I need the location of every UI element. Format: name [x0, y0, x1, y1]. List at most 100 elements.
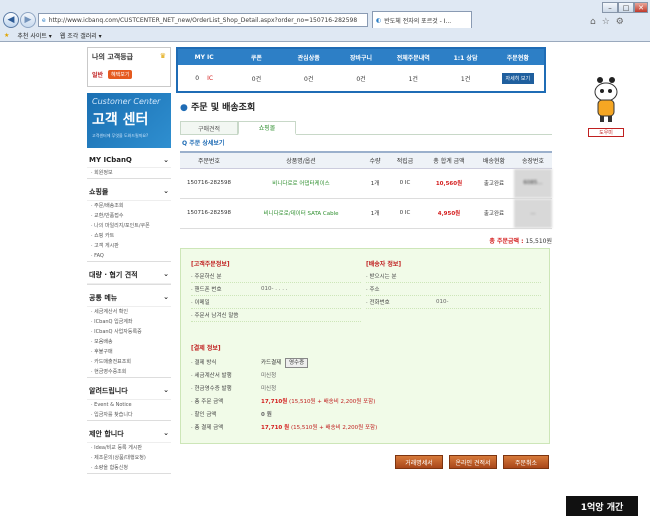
stats-header-cell: 관심상품 [297, 54, 320, 62]
mascot-widget[interactable]: 도우미 [588, 74, 624, 137]
shipping-info: [배송자 정보] · 받으시는 분 · 주소 · 전화번호 010- [366, 259, 541, 309]
order-product-cell[interactable]: 비니다로로/데이터 SATA Cable [238, 198, 364, 229]
sidebar-section-title[interactable]: 대량 · 협기 견적 ⌄ [87, 267, 171, 284]
order-status-cell: 출고완료 [474, 198, 514, 229]
gear-icon[interactable]: ⚙ [616, 17, 624, 27]
favorites-bar: ★ 추천 사이트 ▾ 웹 조각 갤러리 ▾ [0, 29, 650, 42]
minimize-icon[interactable]: – [602, 2, 618, 13]
sidebar-section-title[interactable]: 제안 합니다 ⌄ [87, 426, 171, 443]
discount-value: 0 원 [261, 411, 272, 418]
info-label: · 핸드폰 번호 [191, 287, 222, 293]
payment-title: [결제 정보] [191, 345, 221, 352]
fav-recommended[interactable]: 추천 사이트 ▾ [17, 31, 51, 40]
cancel-order-button[interactable]: 주문취소 [503, 455, 549, 469]
sidebar-item[interactable]: · 제조문의(상품/대행요청) [87, 453, 171, 463]
sidebar-sections: MY ICbanQ ⌄ · 회원정보 쇼핑몰 ⌄ · 주문/배송조회 · 교환/반품접수 · … [87, 153, 171, 474]
url-text: http://www.icbanq.com/CUSTCENTER_NET_new… [48, 16, 358, 24]
fav-gallery[interactable]: 웹 조각 갤러리 ▾ [60, 31, 102, 40]
stats-value[interactable]: 0 IC [178, 75, 230, 82]
cc-english: Customer Center [92, 97, 161, 106]
orders-table: 주문번호 상품명/옵션 수량 적립금 총 합계 금액 배송현황 송장번호 150716-28… [180, 151, 552, 229]
chevron-down-icon: ⌄ [163, 429, 169, 437]
maximize-icon[interactable]: □ [618, 2, 634, 13]
shipping-title: [배송자 정보] [366, 261, 402, 268]
sidebar-section: 제안 합니다 ⌄ · Idea/비교 등록 게시판 · 제조문의(상품/대행요청) · … [87, 426, 171, 474]
info-label: · 주소 [366, 287, 380, 293]
sidebar-item[interactable]: · 입금자를 찾습니다 [87, 410, 171, 420]
sidebar-item[interactable]: · 쇼핑 카트 [87, 231, 171, 241]
order-qty-cell: 1개 [364, 198, 386, 229]
sidebar-section-label: 쇼핑몰 [89, 188, 109, 196]
stats-value[interactable]: 1건 [387, 74, 439, 83]
favorites-icon[interactable]: ☆ [602, 17, 610, 27]
home-icon[interactable]: ⌂ [590, 17, 596, 27]
receipt-button[interactable]: 영수증 [285, 357, 309, 368]
info-row: · 주문서 남겨신 말씀 [191, 309, 361, 322]
order-amount-cell: 10,560원 [424, 168, 474, 199]
sidebar-section: 대량 · 협기 견적 ⌄ [87, 267, 171, 285]
stats-value-text: 0건 [356, 75, 366, 83]
mascot-label: 도우미 [588, 128, 624, 137]
sidebar-item[interactable]: · 주문/배송조회 [87, 201, 171, 211]
left-sidebar: 나의 고객등급 ♛ 일반 혜택보기 Customer Center 고객 센터 … [87, 47, 171, 474]
sidebar-item[interactable]: · ICbanQ 사업자등록증 [87, 327, 171, 337]
sidebar-item[interactable]: · 고객 게시판 [87, 241, 171, 251]
stats-header: MY IC 쿠폰 관심상품 장바구니 전체주문내역 1:1 상담 주문현황 [178, 49, 544, 65]
sidebar-item[interactable]: · 회원정보 [87, 168, 171, 178]
tab-title: 반도체 전자의 포르것 - I... [384, 17, 452, 25]
sidebar-item[interactable]: · 소량을 합동신청 [87, 463, 171, 473]
info-label: · 주문서 남겨신 말씀 [191, 313, 239, 319]
sidebar-item[interactable]: · 카드매출전표조회 [87, 357, 171, 367]
order-status-cell: 출고완료 [474, 168, 514, 199]
sidebar-item[interactable]: · 모음배송 [87, 337, 171, 347]
order-amount-label: · 총 주문 금액 [191, 398, 224, 405]
grade-benefit-button[interactable]: 혜택보기 [108, 70, 133, 79]
tab-shop[interactable]: 쇼핑몰 [238, 121, 296, 135]
order-tracking-cell: 6085... [514, 168, 552, 199]
cc-subtitle: 고객센터에 무엇을 도와드릴까요? [92, 133, 149, 138]
order-product-cell[interactable]: 비니다로로 어댑터케이스 [238, 168, 364, 199]
sidebar-section-title[interactable]: 쇼핑몰 ⌄ [87, 184, 171, 201]
star-icon: ★ [4, 32, 10, 39]
info-row: · 이메일 [191, 296, 361, 309]
forward-icon[interactable]: ▶ [20, 12, 36, 28]
sidebar-item[interactable]: · 세금계산서 확인 [87, 307, 171, 317]
address-bar[interactable]: e http://www.icbanq.com/CUSTCENTER_NET_n… [38, 13, 368, 27]
orders-column-header: 적립금 [386, 151, 424, 169]
tab-purchase-quote[interactable]: 구매견적 [180, 121, 238, 135]
sidebar-item[interactable]: · FAQ [87, 251, 171, 261]
view-detail-button[interactable]: 자세히 보기 [501, 72, 535, 84]
order-amount-cell: 4,950원 [424, 198, 474, 229]
info-row: · 받으시는 분 [366, 270, 541, 283]
stats-value[interactable]: 0건 [230, 74, 282, 83]
back-icon[interactable]: ◀ [3, 12, 19, 28]
sidebar-section-title[interactable]: MY ICbanQ ⌄ [87, 153, 171, 168]
info-label: · 주문하신 분 [191, 274, 222, 280]
sidebar-section-title[interactable]: 알려드립니다 ⌄ [87, 383, 171, 400]
sidebar-section-label: 대량 · 협기 견적 [89, 271, 138, 279]
chevron-down-icon: ⌄ [163, 156, 169, 164]
sidebar-item[interactable]: · 후불구매 [87, 347, 171, 357]
browser-tab[interactable]: ◐ 반도체 전자의 포르것 - I... [372, 11, 472, 28]
stats-value[interactable]: 0건 [335, 74, 387, 83]
sidebar-section-title[interactable]: 공통 메뉴 ⌄ [87, 290, 171, 307]
sidebar-section: MY ICbanQ ⌄ · 회원정보 [87, 153, 171, 179]
tax-invoice-button[interactable]: 거래명세서 [395, 455, 443, 469]
quote-button[interactable]: 온라인 견적서 [449, 455, 497, 469]
payment-info: [결제 정보] · 결제 방식 카드결제 영수증 · 세금계산서 발행 미신청 ·… [191, 343, 541, 433]
close-icon[interactable]: ✕ [634, 2, 648, 13]
my-grade-box: 나의 고객등급 ♛ 일반 혜택보기 [87, 47, 171, 87]
cash-receipt-value: 미신청 [261, 385, 277, 392]
order-points-cell: 0 IC [386, 168, 424, 199]
orders-column-header: 총 합계 금액 [424, 151, 474, 169]
sidebar-item[interactable]: · 나의 마일리지/포인트/쿠폰 [87, 221, 171, 231]
sidebar-item[interactable]: · 교환/반품접수 [87, 211, 171, 221]
sidebar-item[interactable]: · 현금영수증조회 [87, 367, 171, 377]
sidebar-item[interactable]: · Idea/비교 등록 게시판 [87, 443, 171, 453]
stats-value[interactable]: 0건 [283, 74, 335, 83]
info-row: · 주소 [366, 283, 541, 296]
stats-value[interactable]: 1건 [439, 74, 491, 83]
sidebar-item[interactable]: · ICbanQ 입금계좌 [87, 317, 171, 327]
order-info-panel: [고객주문정보] · 주문하신 분 · 핸드폰 번호 010- . . . . · 이… [180, 248, 550, 444]
sidebar-item[interactable]: · Event & Notice [87, 400, 171, 410]
